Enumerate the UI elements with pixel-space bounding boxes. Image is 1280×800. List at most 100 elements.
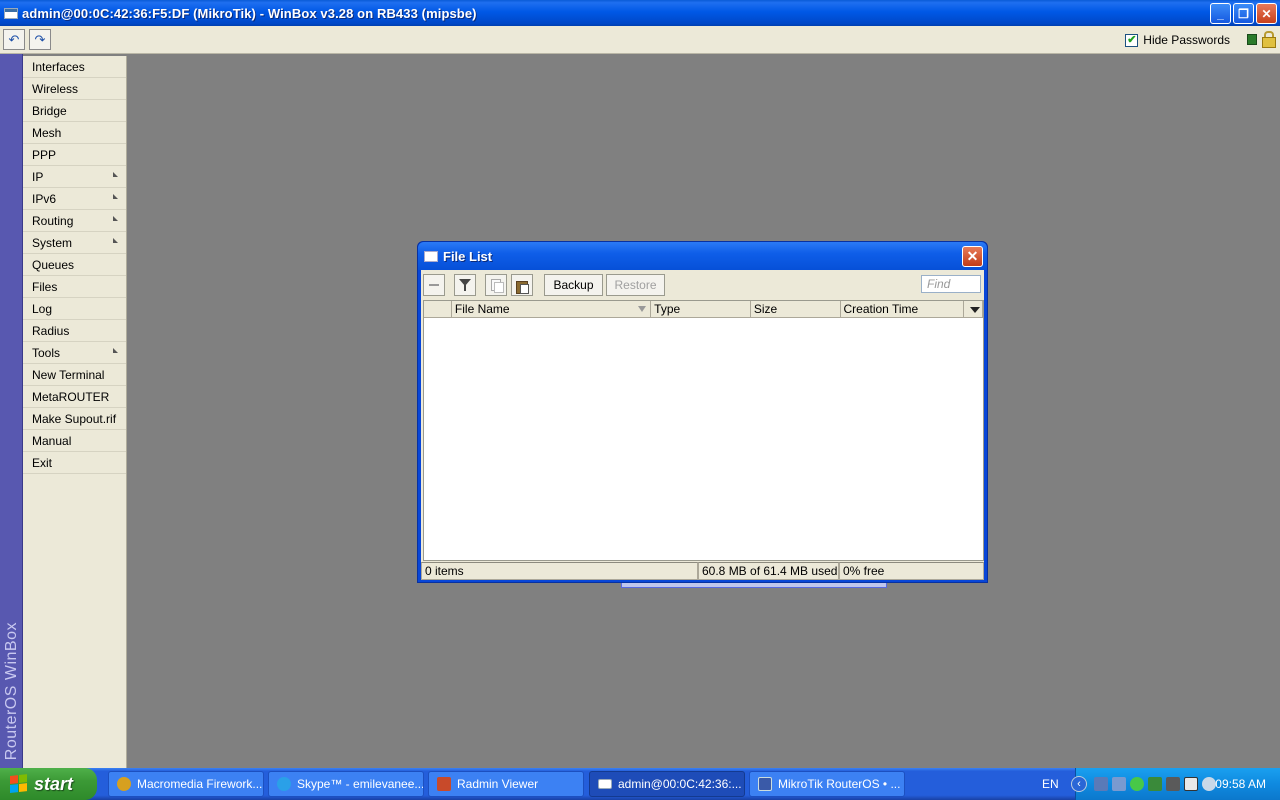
menu-item-mesh[interactable]: Mesh xyxy=(23,122,126,144)
display-icon[interactable] xyxy=(1112,777,1126,791)
window-controls: _ ❐ ✕ xyxy=(1210,3,1277,24)
close-button[interactable]: ✕ xyxy=(1256,3,1277,24)
column-header-size[interactable]: Size xyxy=(751,301,841,318)
window-title-bar[interactable]: admin@00:0C:42:36:F5:DF (MikroTik) - Win… xyxy=(0,0,1280,26)
taskbar-item-winbox[interactable]: admin@00:0C:42:36:... xyxy=(589,771,745,797)
menu-item-ppp[interactable]: PPP xyxy=(23,144,126,166)
menu-item-manual[interactable]: Manual xyxy=(23,430,126,452)
file-list-close-button[interactable]: ✕ xyxy=(962,246,983,267)
connection-status-icon xyxy=(1247,34,1257,45)
redo-button[interactable]: ↷ xyxy=(29,29,51,50)
windows-logo-icon xyxy=(10,774,28,794)
menu-item-label: Wireless xyxy=(32,82,79,96)
file-list-status-bar: 0 items 60.8 MB of 61.4 MB used 0% free xyxy=(421,562,984,580)
dropdown-icon xyxy=(969,306,980,313)
menu-item-log[interactable]: Log xyxy=(23,298,126,320)
menu-item-label: Queues xyxy=(32,258,75,272)
column-header-blank[interactable] xyxy=(424,301,452,318)
copy-button[interactable] xyxy=(485,274,507,296)
winbox-app-icon[interactable] xyxy=(4,7,18,19)
main-toolbar: ↶ ↷ ✔ Hide Passwords xyxy=(0,26,1280,54)
show-hidden-icons-button[interactable]: ‹ xyxy=(1071,776,1087,792)
network-icon[interactable] xyxy=(1094,777,1108,791)
main-menu: Interfaces Wireless Bridge Mesh PPP IP I… xyxy=(23,56,127,768)
menu-item-files[interactable]: Files xyxy=(23,276,126,298)
column-header-type[interactable]: Type xyxy=(651,301,751,318)
file-table[interactable]: File Name Type Size Creation Time xyxy=(423,300,984,561)
vmware-icon[interactable] xyxy=(1184,777,1198,791)
menu-item-label: Radius xyxy=(32,324,70,338)
redo-icon: ↷ xyxy=(34,31,46,47)
hide-passwords-checkbox[interactable]: ✔ xyxy=(1125,33,1139,47)
task-label: MikroTik RouterOS • ... xyxy=(778,777,901,791)
task-label: Skype™ - emilevanee... xyxy=(297,777,424,791)
menu-item-label: Files xyxy=(32,280,58,294)
taskbar-item-fireworks[interactable]: Macromedia Firework... xyxy=(108,771,264,797)
minimize-button[interactable]: _ xyxy=(1210,3,1231,24)
menu-item-ip[interactable]: IP xyxy=(23,166,126,188)
submenu-arrow-icon xyxy=(113,194,118,199)
restore-button[interactable]: Restore xyxy=(606,274,665,296)
restore-button[interactable]: ❐ xyxy=(1233,3,1254,24)
column-label: Type xyxy=(654,302,681,316)
menu-item-radius[interactable]: Radius xyxy=(23,320,126,342)
language-indicator[interactable]: EN xyxy=(1042,777,1059,791)
hide-passwords-toggle[interactable]: ✔ Hide Passwords xyxy=(1125,33,1230,47)
menu-item-metarouter[interactable]: MetaROUTER xyxy=(23,386,126,408)
status-space-used: 60.8 MB of 61.4 MB used xyxy=(698,562,839,580)
menu-item-label: PPP xyxy=(32,148,57,162)
taskbar-item-radmin[interactable]: Radmin Viewer xyxy=(428,771,584,797)
lock-icon xyxy=(1262,31,1276,48)
menu-item-label: Interfaces xyxy=(32,60,85,74)
menu-item-exit[interactable]: Exit xyxy=(23,452,126,474)
menu-item-label: System xyxy=(32,236,73,250)
menu-item-label: MetaROUTER xyxy=(32,390,110,404)
pen-icon[interactable] xyxy=(1166,777,1180,791)
wifi-icon[interactable] xyxy=(1202,777,1216,791)
column-label: Creation Time xyxy=(843,302,919,316)
winbox-icon xyxy=(598,779,612,789)
menu-item-label: Manual xyxy=(32,434,72,448)
find-input[interactable]: Find xyxy=(921,275,981,293)
menu-item-routing[interactable]: Routing xyxy=(23,210,126,232)
submenu-arrow-icon xyxy=(113,348,118,353)
file-list-title-bar[interactable]: File List ✕ xyxy=(418,242,987,270)
wireless-icon[interactable] xyxy=(1148,777,1162,791)
sort-icon xyxy=(638,306,647,312)
brand-strip: RouterOS WinBox xyxy=(0,54,23,768)
remove-button[interactable] xyxy=(423,274,445,296)
menu-item-queues[interactable]: Queues xyxy=(23,254,126,276)
taskbar-item-skype[interactable]: Skype™ - emilevanee... xyxy=(268,771,424,797)
column-header-creation-time[interactable]: Creation Time xyxy=(841,301,965,318)
menu-item-label: Routing xyxy=(32,214,74,228)
menu-item-make-supout[interactable]: Make Supout.rif xyxy=(23,408,126,430)
menu-item-ipv6[interactable]: IPv6 xyxy=(23,188,126,210)
column-menu-button[interactable] xyxy=(964,301,983,318)
window-title: admin@00:0C:42:36:F5:DF (MikroTik) - Win… xyxy=(22,5,477,21)
clock[interactable]: 09:58 AM xyxy=(1215,777,1266,791)
menu-item-wireless[interactable]: Wireless xyxy=(23,78,126,100)
security-icon[interactable] xyxy=(1130,777,1144,791)
start-button[interactable]: start xyxy=(0,768,97,800)
submenu-arrow-icon xyxy=(113,216,118,221)
file-list-toolbar: Backup Restore Find xyxy=(421,270,984,300)
menu-item-system[interactable]: System xyxy=(23,232,126,254)
status-item-count: 0 items xyxy=(421,562,698,580)
undo-button[interactable]: ↶ xyxy=(3,29,25,50)
paste-icon xyxy=(516,279,529,294)
menu-item-label: Exit xyxy=(32,456,53,470)
menu-item-label: Tools xyxy=(32,346,61,360)
system-tray: 09:58 AM xyxy=(1075,768,1280,800)
paste-button[interactable] xyxy=(511,274,533,296)
menu-item-interfaces[interactable]: Interfaces xyxy=(23,56,126,78)
column-header-file-name[interactable]: File Name xyxy=(452,301,652,318)
taskbar-item-mikrotik-browser[interactable]: MikroTik RouterOS • ... xyxy=(749,771,905,797)
menu-item-new-terminal[interactable]: New Terminal xyxy=(23,364,126,386)
backup-button[interactable]: Backup xyxy=(544,274,603,296)
menu-item-tools[interactable]: Tools xyxy=(23,342,126,364)
menu-item-label: IP xyxy=(32,170,44,184)
window-icon xyxy=(424,250,438,262)
menu-item-bridge[interactable]: Bridge xyxy=(23,100,126,122)
column-label: Size xyxy=(753,302,778,316)
filter-button[interactable] xyxy=(454,274,476,296)
